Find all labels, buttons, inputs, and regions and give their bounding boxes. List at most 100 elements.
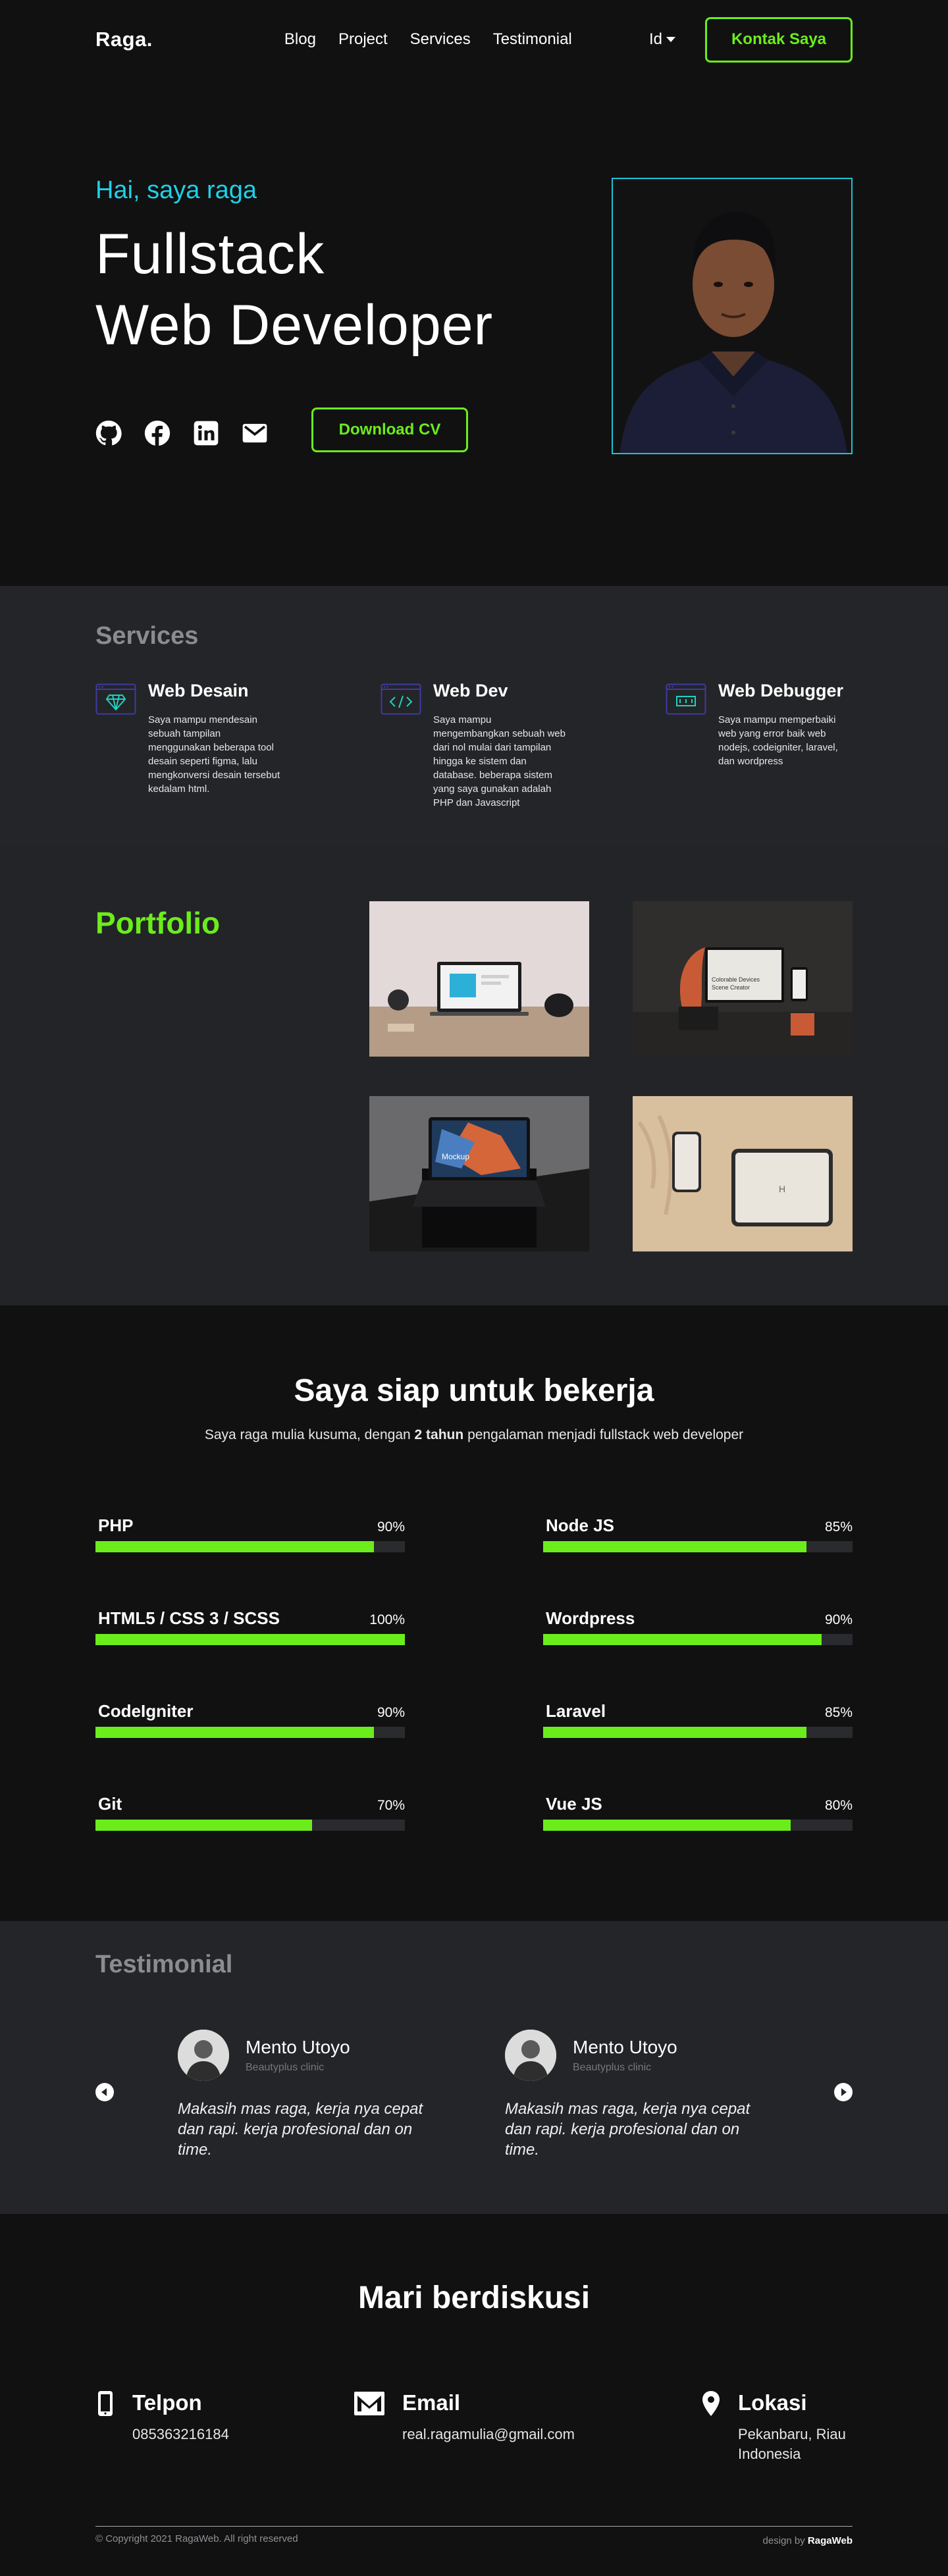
- portfolio-title: Portfolio: [95, 906, 221, 940]
- contact-label: Email: [402, 2390, 461, 2415]
- contact-button[interactable]: Kontak Saya: [705, 16, 853, 63]
- nav-link-testimonial[interactable]: Testimonial: [493, 30, 572, 49]
- skill-item: CodeIgniter 90%: [95, 1701, 405, 1794]
- service-description: Saya mampu mengembangkan sebuah web dari…: [433, 714, 566, 808]
- skills-title: Saya siap untuk bekerja: [294, 1373, 654, 1408]
- carousel-next-button[interactable]: [834, 2083, 853, 2101]
- skill-percent: 90%: [377, 1705, 405, 1720]
- skill-percent: 85%: [824, 1519, 853, 1535]
- contact-title: Mari berdiskusi: [357, 2280, 591, 2315]
- location-pin-icon: [702, 2391, 720, 2416]
- hero-greeting: Hai, saya raga: [95, 176, 257, 204]
- skill-item: PHP 90%: [95, 1515, 405, 1608]
- hero-section: Hai, saya raga Fullstack Web Developer D…: [0, 79, 948, 586]
- testimonial-card: Mento Utoyo Beautyplus clinic Makasih ma…: [505, 2030, 762, 2160]
- language-label: Id: [648, 30, 662, 48]
- github-icon[interactable]: [95, 420, 122, 446]
- hero-title-line2: Web Developer: [95, 294, 494, 357]
- social-links: [95, 420, 268, 446]
- nav-link-project[interactable]: Project: [338, 30, 388, 49]
- mail-icon[interactable]: [242, 420, 268, 446]
- skill-percent: 70%: [377, 1798, 405, 1813]
- error-window-icon: [666, 683, 706, 715]
- profile-photo: [612, 178, 853, 454]
- avatar-illustration: [505, 2030, 556, 2081]
- skills-subtitle-after: pengalaman menjadi fullstack web develop…: [467, 1427, 744, 1442]
- design-credit: design by RagaWeb: [763, 2535, 853, 2546]
- copyright-text: © Copyright 2021 RagaWeb. All right rese…: [95, 2533, 298, 2544]
- skill-name: HTML5 / CSS 3 / SCSS: [98, 1608, 280, 1628]
- skill-name: Laravel: [546, 1701, 606, 1721]
- contact-value[interactable]: 085363216184: [132, 2425, 229, 2444]
- skill-bar-fill: [543, 1727, 806, 1738]
- portfolio-item[interactable]: H: [633, 1096, 853, 1251]
- thumb-caption: Mockup: [442, 1152, 469, 1161]
- services-list: Web Desain Saya mampu mendesain sebuah t…: [95, 681, 853, 810]
- skill-percent: 85%: [824, 1705, 853, 1720]
- skill-item: Git 70%: [95, 1794, 405, 1887]
- logo[interactable]: Raga.: [95, 28, 153, 51]
- portfolio-image-phone-tablet: H: [633, 1096, 853, 1251]
- testimonial-name: Mento Utoyo: [246, 2037, 350, 2057]
- skill-bar-fill: [543, 1634, 822, 1645]
- skill-percent: 80%: [824, 1798, 853, 1813]
- skills-subtitle: Saya raga mulia kusuma, dengan 2 tahun p…: [95, 1427, 853, 1443]
- tablet-logo-text: H: [779, 1184, 785, 1194]
- contact-value[interactable]: real.ragamulia@gmail.com: [402, 2425, 575, 2444]
- portfolio-item[interactable]: Colorable Devices Scene Creator: [633, 901, 853, 1057]
- testimonial-title: Testimonial: [95, 1951, 233, 1978]
- service-card: Web Desain Saya mampu mendesain sebuah t…: [95, 681, 381, 810]
- contact-value-line1: Pekanbaru, Riau: [738, 2426, 846, 2442]
- linkedin-icon[interactable]: [193, 420, 219, 446]
- skills-subtitle-before: Saya raga mulia kusuma, dengan: [204, 1427, 411, 1442]
- service-title: Web Desain: [148, 681, 249, 700]
- service-title: Web Debugger: [718, 681, 844, 700]
- portfolio-item[interactable]: Mockup: [369, 1096, 589, 1251]
- skill-item: Laravel 85%: [543, 1701, 853, 1794]
- contact-item-email: Email real.ragamulia@gmail.com: [354, 2390, 575, 2444]
- skill-name: CodeIgniter: [98, 1701, 194, 1721]
- chevron-left-icon: [101, 2088, 107, 2096]
- footer-divider: [95, 2526, 853, 2527]
- contact-value-line2: Indonesia: [738, 2446, 801, 2462]
- skill-item: Wordpress 90%: [543, 1608, 853, 1701]
- contact-item-phone: Telpon 085363216184: [95, 2390, 229, 2444]
- facebook-icon[interactable]: [144, 420, 171, 446]
- design-credit-brand[interactable]: RagaWeb: [808, 2535, 853, 2546]
- hero-title-line1: Fullstack: [95, 223, 325, 286]
- skill-bar: [543, 1820, 853, 1831]
- skill-bar-fill: [543, 1820, 791, 1831]
- skill-bar-fill: [95, 1541, 374, 1552]
- service-description: Saya mampu mendesain sebuah tampilan men…: [148, 714, 280, 795]
- profile-photo-illustration: [613, 179, 851, 453]
- contact-value: Pekanbaru, Riau Indonesia: [738, 2425, 846, 2464]
- avatar: [505, 2030, 556, 2081]
- services-title: Services: [95, 622, 199, 650]
- testimonial-role: Beautyplus clinic: [573, 2062, 652, 2073]
- nav-link-services[interactable]: Services: [410, 30, 471, 49]
- testimonial-section: Testimonial Mento Utoyo Beautyplus clini…: [0, 1921, 948, 2214]
- portfolio-image-laptop-desk: [369, 901, 589, 1057]
- skill-name: Git: [98, 1794, 122, 1814]
- download-cv-button[interactable]: Download CV: [311, 407, 468, 452]
- testimonial-role: Beautyplus clinic: [246, 2062, 325, 2073]
- skill-bar: [95, 1820, 405, 1831]
- portfolio-image-macbook: Mockup: [369, 1096, 589, 1251]
- portfolio-image-device-scene: Colorable Devices Scene Creator: [633, 901, 853, 1057]
- nav-link-blog[interactable]: Blog: [284, 30, 316, 49]
- thumb-caption-line2: Scene Creator: [712, 984, 750, 991]
- diamond-window-icon: [95, 683, 136, 715]
- navbar: Raga. Blog Project Services Testimonial …: [0, 0, 948, 79]
- skills-grid: PHP 90% Node JS 85% HTML5 / CSS 3 / SCSS 10…: [95, 1515, 853, 1887]
- phone-icon: [98, 2391, 113, 2416]
- skill-bar: [95, 1541, 405, 1552]
- skill-percent: 90%: [377, 1519, 405, 1535]
- portfolio-item[interactable]: [369, 901, 589, 1057]
- carousel-prev-button[interactable]: [95, 2083, 114, 2101]
- skills-subtitle-highlight: 2 tahun: [414, 1427, 464, 1442]
- language-dropdown[interactable]: Id: [649, 30, 675, 49]
- testimonial-quote: Makasih mas raga, kerja nya cepat dan ra…: [505, 2100, 750, 2159]
- code-window-icon: [381, 683, 421, 715]
- design-credit-prefix: design by: [762, 2535, 805, 2546]
- service-card: Web Debugger Saya mampu memperbaiki web …: [666, 681, 853, 810]
